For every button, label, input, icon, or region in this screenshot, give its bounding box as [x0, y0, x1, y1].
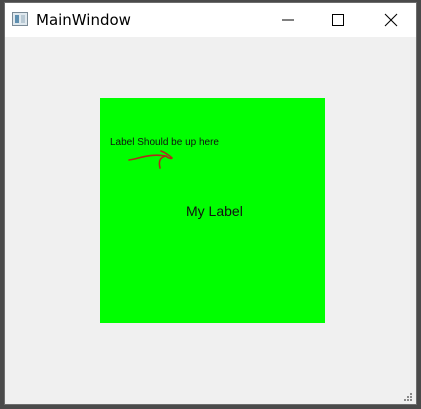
- maximize-button[interactable]: [316, 3, 362, 37]
- resize-grip-icon[interactable]: [403, 392, 412, 401]
- app-window-icon: [12, 12, 28, 26]
- close-icon: [384, 13, 398, 27]
- my-label: My Label: [186, 203, 243, 219]
- close-button[interactable]: [369, 3, 415, 37]
- red-arrow-icon: [128, 150, 173, 169]
- maximize-icon: [332, 14, 344, 26]
- main-window: MainWindow Label Should be up here My La…: [4, 2, 417, 405]
- window-title: MainWindow: [36, 11, 131, 29]
- minimize-button[interactable]: [266, 3, 312, 37]
- green-panel: Label Should be up here My Label: [100, 98, 325, 323]
- central-widget: Label Should be up here My Label: [5, 37, 416, 404]
- title-bar[interactable]: MainWindow: [5, 3, 416, 37]
- minimize-icon: [282, 19, 294, 21]
- note-text: Label Should be up here: [110, 137, 219, 148]
